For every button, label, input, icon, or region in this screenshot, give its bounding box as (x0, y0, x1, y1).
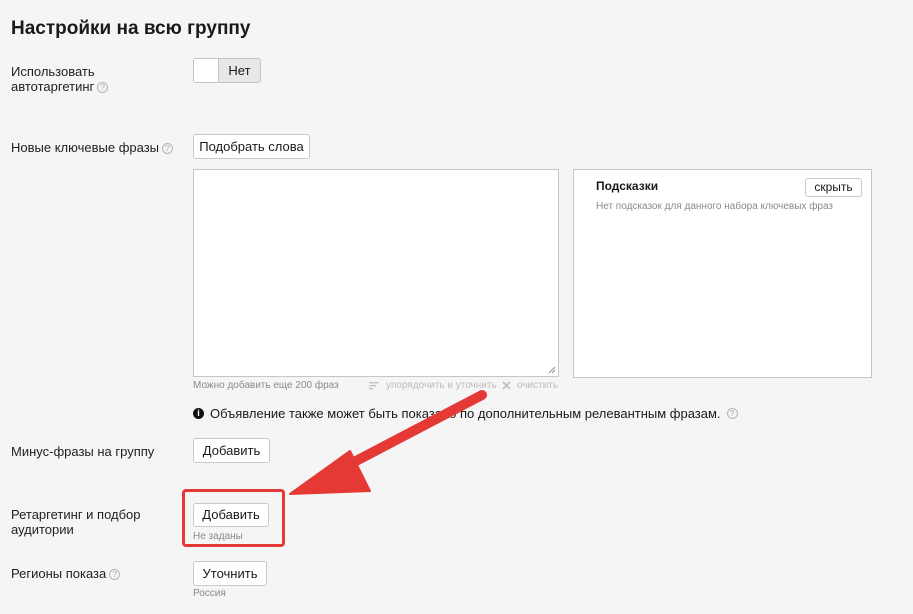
annotation-arrow-icon (289, 390, 487, 495)
